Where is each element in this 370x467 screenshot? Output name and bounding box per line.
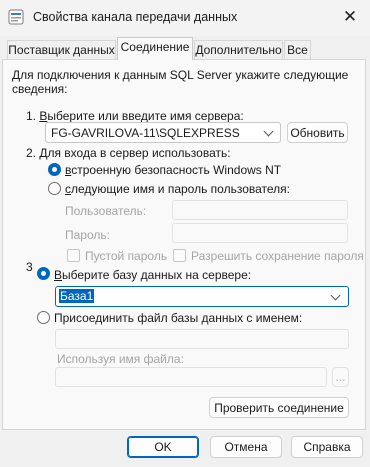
dialog-window: { "window": { "title": "Свойства канала … xyxy=(0,0,370,467)
sql-auth-radio[interactable] xyxy=(48,182,61,195)
window-title: Свойства канала передачи данных xyxy=(33,10,238,24)
empty-password-label: Пустой пароль xyxy=(85,249,168,263)
intro-line-1: Для подключения к данным SQL Server укаж… xyxy=(12,68,349,82)
select-database-radio[interactable] xyxy=(37,267,50,280)
chevron-down-icon[interactable] xyxy=(263,126,274,137)
windows-auth-radio[interactable] xyxy=(48,163,61,176)
password-label: Пароль: xyxy=(65,228,110,242)
help-button[interactable]: Справка xyxy=(291,436,363,458)
select-database-label[interactable]: Выберите базу данных на сервере: xyxy=(54,268,251,282)
sql-auth-label[interactable]: следующие имя и пароль пользователя: xyxy=(65,182,290,196)
database-value: База1 xyxy=(59,289,95,303)
data-link-icon xyxy=(8,9,24,25)
empty-password-checkbox[interactable] xyxy=(67,249,80,262)
chevron-down-icon[interactable] xyxy=(330,290,341,301)
browse-button[interactable]: ... xyxy=(332,367,349,387)
intro-line-2: сведения: xyxy=(12,82,68,96)
tab-advanced[interactable]: Дополнительно xyxy=(194,40,283,59)
user-name-label: Пользователь: xyxy=(65,204,147,218)
step2-label: 2. Для входа в сервер использовать: xyxy=(26,146,231,160)
logical-name-input[interactable] xyxy=(55,367,327,387)
allow-save-password-checkbox[interactable] xyxy=(173,249,186,262)
attach-file-radio[interactable] xyxy=(37,311,50,324)
tab-provider[interactable]: Поставщик данных xyxy=(7,40,116,59)
database-combobox[interactable]: База1 xyxy=(55,286,349,307)
close-icon[interactable]: ✕ xyxy=(334,3,366,31)
logical-name-label: Используя имя файла: xyxy=(57,352,184,366)
tab-all[interactable]: Все xyxy=(284,40,311,59)
attach-file-input[interactable] xyxy=(55,329,349,349)
attach-file-label[interactable]: Присоединить файл базы данных с именем: xyxy=(54,311,302,325)
cancel-button[interactable]: Отмена xyxy=(210,436,282,458)
tab-connection[interactable]: Соединение xyxy=(117,37,193,60)
test-connection-button[interactable]: Проверить соединение xyxy=(209,397,349,418)
server-name-value: FG-GAVRILOVA-11\SQLEXPRESS xyxy=(51,126,240,140)
ok-button[interactable]: OK xyxy=(127,436,199,458)
windows-auth-label[interactable]: встроенную безопасность Windows NT xyxy=(65,163,281,177)
allow-save-password-label: Разрешить сохранение пароля xyxy=(191,249,364,263)
refresh-button[interactable]: Обновить xyxy=(287,122,348,143)
password-input[interactable] xyxy=(172,223,348,243)
server-name-combobox[interactable]: FG-GAVRILOVA-11\SQLEXPRESS xyxy=(45,122,281,143)
user-name-input[interactable] xyxy=(172,200,348,220)
step1-label: 1. Выберите или введите имя сервера: xyxy=(26,109,244,123)
step3-label: 3 xyxy=(26,260,33,274)
